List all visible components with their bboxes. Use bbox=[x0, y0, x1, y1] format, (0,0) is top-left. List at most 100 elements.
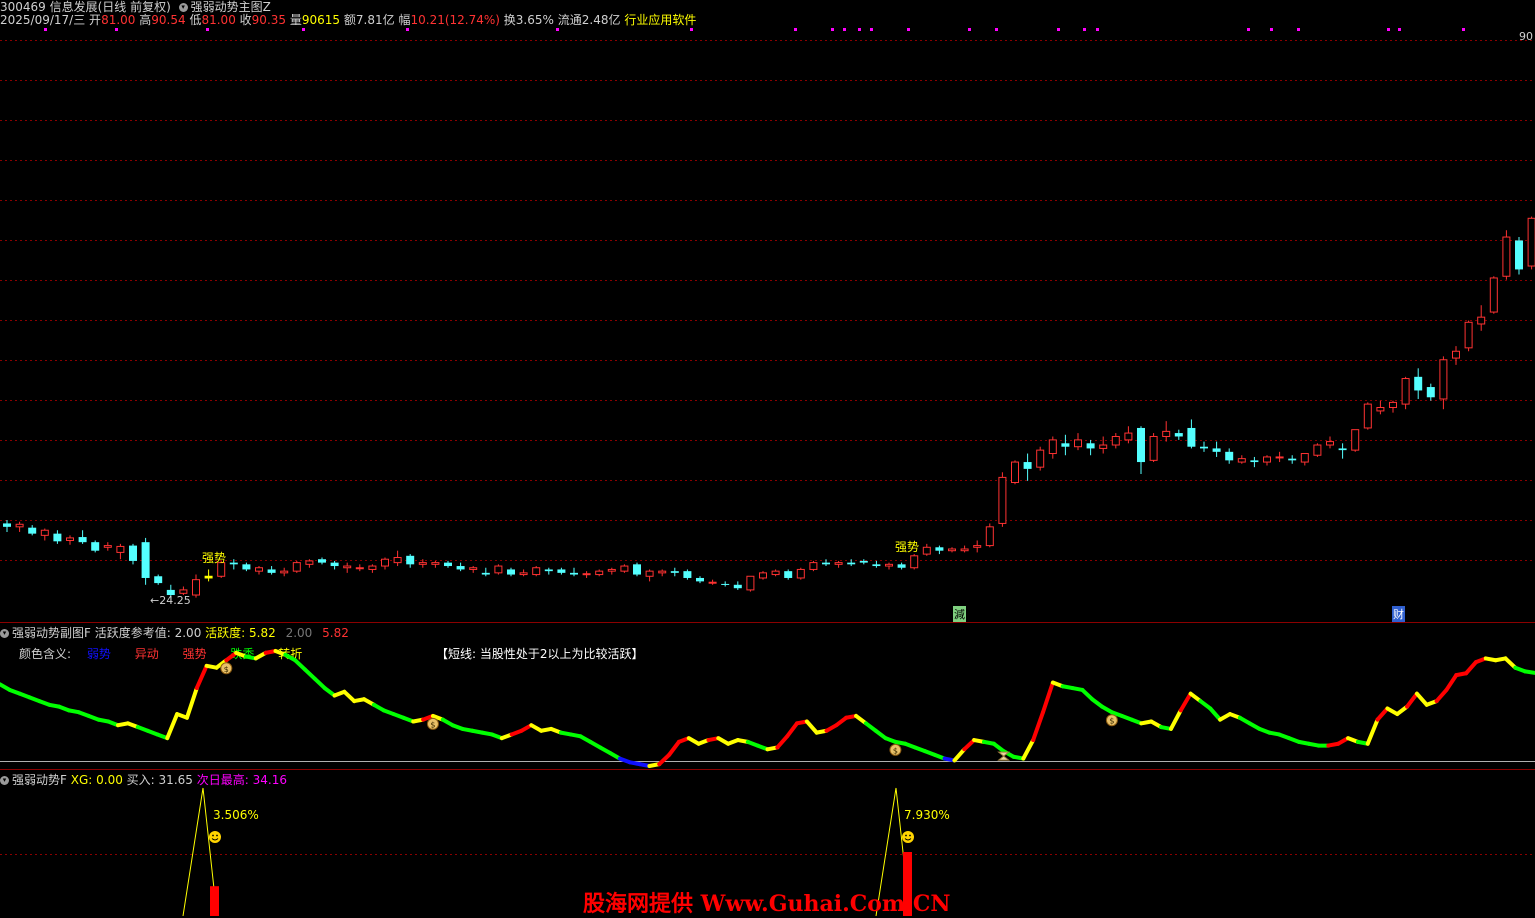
signal-dot bbox=[858, 28, 861, 31]
candle-body-down bbox=[3, 523, 11, 527]
candle-body-up bbox=[532, 567, 541, 576]
candle-body-up bbox=[1048, 439, 1057, 455]
candle-body-up bbox=[1351, 429, 1360, 451]
smiley-icon bbox=[902, 831, 914, 843]
candle-body-down bbox=[733, 584, 742, 589]
low-price-marker: ←24.25 bbox=[150, 594, 191, 607]
activity-segment bbox=[293, 658, 308, 672]
candle-body-up bbox=[922, 546, 931, 555]
signal-dot bbox=[831, 28, 834, 31]
activity-segment bbox=[657, 752, 672, 767]
candle-body-up bbox=[1111, 435, 1120, 446]
candle-body-up bbox=[948, 548, 956, 552]
candle-body-up bbox=[1376, 407, 1385, 412]
candle-body-down bbox=[1061, 443, 1070, 447]
candle-body-up bbox=[1389, 401, 1397, 409]
signal-dot bbox=[1270, 28, 1273, 31]
signal-dot bbox=[690, 28, 693, 31]
signal-pct-1: 3.506% bbox=[213, 808, 259, 822]
signal-dot bbox=[556, 28, 559, 31]
candle-body-down bbox=[154, 576, 163, 584]
candle-body-up bbox=[418, 562, 427, 565]
candle-body-down bbox=[1338, 448, 1347, 451]
activity-segment bbox=[1375, 706, 1390, 722]
candle-body-up bbox=[179, 589, 188, 594]
candle-body-up bbox=[960, 548, 969, 552]
candle-body-up bbox=[1401, 378, 1410, 405]
activity-segment bbox=[184, 686, 199, 720]
candle-body-down bbox=[406, 555, 415, 565]
activity-segment bbox=[962, 738, 977, 752]
signal-dot bbox=[995, 28, 998, 31]
candle-body-down bbox=[696, 577, 704, 582]
candle-body-up bbox=[1149, 435, 1158, 461]
candle-body-down bbox=[330, 562, 339, 567]
activity-segment bbox=[785, 721, 800, 739]
signal-dot bbox=[206, 28, 209, 31]
candle-body-down bbox=[1174, 433, 1183, 437]
main-candlestick-chart[interactable] bbox=[0, 0, 1535, 622]
money-bag-icon-glyph: $ bbox=[430, 720, 435, 729]
candle-body-up bbox=[1452, 350, 1460, 359]
candle-body-up bbox=[393, 557, 402, 564]
candle-body-down bbox=[1187, 427, 1196, 447]
candle-body-up bbox=[1439, 359, 1448, 400]
candle-body-up bbox=[1011, 461, 1019, 484]
candle-body-up bbox=[1326, 441, 1334, 446]
candle-body-up bbox=[1464, 321, 1473, 349]
signal-dot bbox=[115, 28, 118, 31]
candle-body-down bbox=[897, 564, 906, 568]
candle-body-down bbox=[1515, 240, 1523, 270]
candle-body-up bbox=[1263, 456, 1271, 463]
activity-segment bbox=[312, 676, 327, 691]
candle-body-up bbox=[658, 570, 667, 574]
candle-body-down bbox=[859, 560, 868, 563]
activity-segment bbox=[667, 739, 681, 757]
candle-body-up bbox=[645, 570, 654, 577]
hourglass-icon bbox=[997, 751, 1011, 761]
candle-body-up bbox=[15, 523, 24, 528]
candle-body-up bbox=[746, 575, 755, 591]
candle-body-down bbox=[1212, 448, 1221, 452]
signal-dot bbox=[907, 28, 910, 31]
candle-body-down bbox=[318, 559, 326, 563]
activity-segment bbox=[1208, 706, 1223, 722]
candle-body-up bbox=[1489, 277, 1498, 313]
candle-body-up bbox=[620, 565, 629, 572]
candle-body-down bbox=[872, 564, 881, 567]
candle-body-up bbox=[885, 563, 893, 567]
candle-body-down bbox=[78, 537, 87, 543]
candle-body-up bbox=[796, 568, 805, 579]
activity-line-chart[interactable]: $ $ $ $ bbox=[0, 623, 1535, 769]
candle-body-up bbox=[582, 573, 591, 576]
candle-body-up bbox=[985, 526, 994, 547]
candle-body-down bbox=[544, 569, 553, 572]
candle-body-down bbox=[847, 562, 856, 565]
candle-body-down bbox=[557, 569, 566, 573]
candle-body-down bbox=[683, 571, 692, 578]
signal-dot bbox=[1297, 28, 1300, 31]
candle-body-down bbox=[141, 542, 150, 578]
activity-segment bbox=[1178, 691, 1193, 713]
candle-body-down bbox=[1288, 458, 1297, 461]
finance-label[interactable]: 财 bbox=[1392, 606, 1405, 622]
candle-body-down bbox=[267, 569, 276, 573]
candle-body-up bbox=[103, 545, 112, 548]
candle-body-up bbox=[292, 562, 301, 572]
candle-body-up bbox=[1300, 453, 1309, 463]
candle-body-up bbox=[1313, 444, 1322, 456]
candle-body-up bbox=[1275, 456, 1284, 459]
candle-body-up bbox=[973, 545, 982, 548]
candle-body-up bbox=[1477, 316, 1486, 325]
candle-body-up bbox=[1124, 432, 1133, 441]
signal-dot bbox=[968, 28, 971, 31]
candle-body-up bbox=[1363, 403, 1372, 429]
candle-body-up bbox=[834, 562, 843, 565]
candle-body-down bbox=[507, 569, 515, 575]
reduce-label[interactable]: 減 bbox=[953, 606, 966, 622]
smiley-icon-eye bbox=[909, 834, 911, 837]
smiley-icon bbox=[209, 831, 221, 843]
candle-body-down bbox=[1426, 387, 1435, 398]
activity-segment bbox=[342, 689, 357, 704]
candle-body-up bbox=[494, 565, 503, 574]
